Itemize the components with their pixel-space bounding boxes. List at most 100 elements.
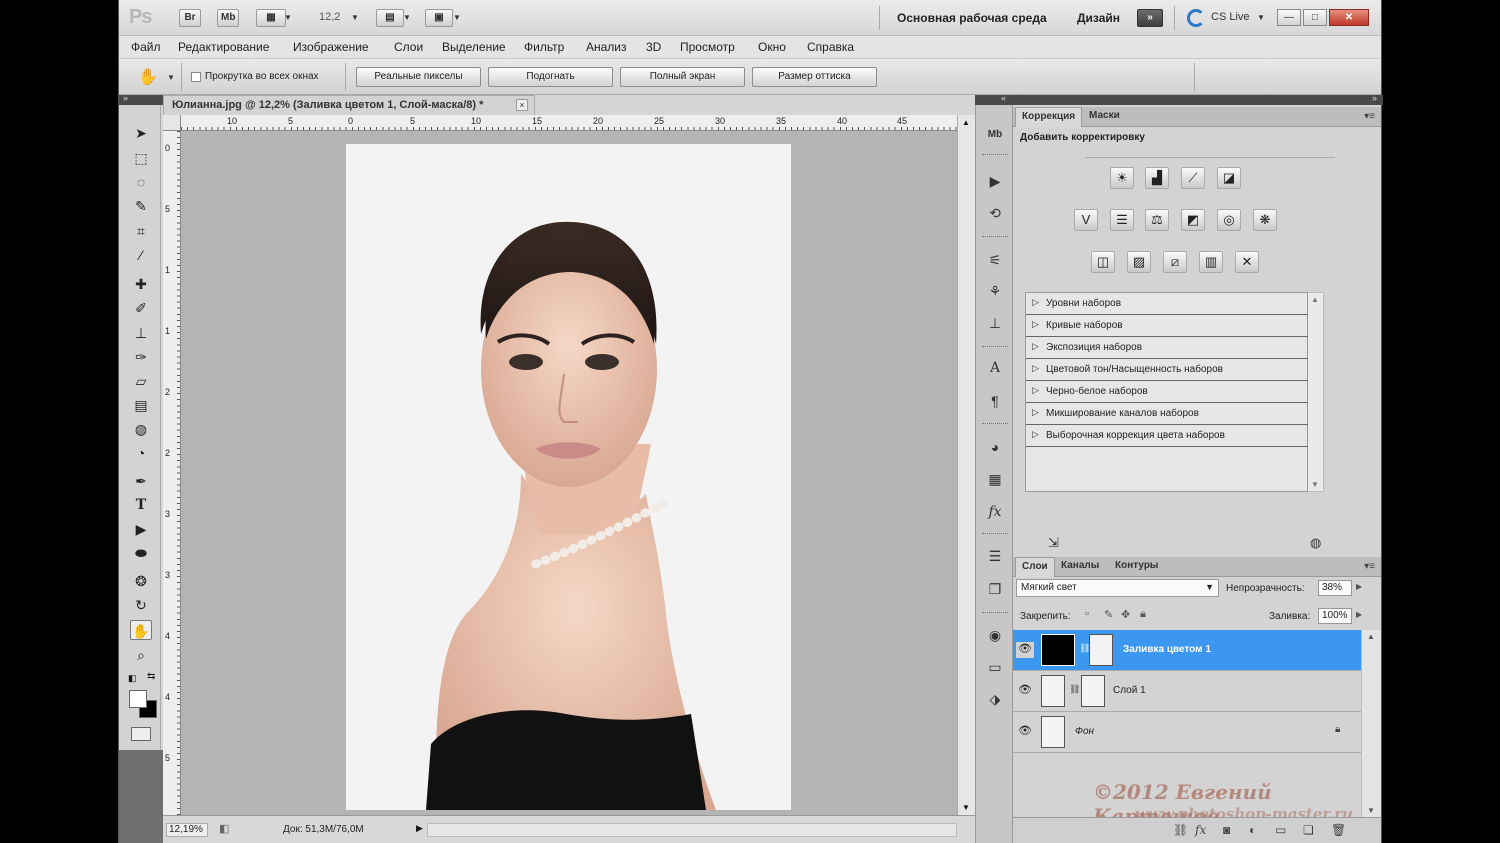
close-document-icon[interactable]: × <box>516 99 528 111</box>
dock-grip[interactable] <box>982 154 1008 157</box>
channel-mixer-icon[interactable]: ❋ <box>1253 209 1277 231</box>
hand-tool-icon[interactable]: ✋ <box>130 620 152 640</box>
expand-triangle-icon[interactable]: ▷ <box>1032 297 1039 308</box>
tab-masks[interactable]: Маски <box>1083 107 1126 127</box>
path-selection-tool-icon[interactable]: ▶ <box>130 519 152 539</box>
visibility-eye-icon[interactable]: 👁︎ <box>1016 683 1034 699</box>
gradient-tool-icon[interactable]: ▤ <box>130 395 152 415</box>
layer-name[interactable]: Слой 1 <box>1113 685 1146 696</box>
quick-selection-tool-icon[interactable]: ✎ <box>130 196 152 216</box>
tab-layers[interactable]: Слои <box>1015 557 1055 577</box>
vertical-ruler[interactable]: 0 5 1 1 2 2 3 3 4 4 5 <box>163 131 181 815</box>
layer-mask-thumbnail[interactable] <box>1089 634 1113 666</box>
add-mask-icon[interactable]: ◙ <box>1223 823 1230 837</box>
lock-position-icon[interactable]: ✥ <box>1121 608 1130 621</box>
scroll-up-icon[interactable]: ▲ <box>1311 295 1319 304</box>
clone-source-panel-icon[interactable]: ⊥ <box>984 313 1006 333</box>
layer-style-icon[interactable]: fx <box>1195 823 1206 837</box>
expand-triangle-icon[interactable]: ▷ <box>1032 407 1039 418</box>
info-panel-icon[interactable]: ☰ <box>984 546 1006 566</box>
actual-pixels-button[interactable]: Реальные пикселы <box>356 67 481 87</box>
status-zoom-field[interactable]: 12,19% <box>166 823 208 837</box>
threshold-icon[interactable]: ⧄ <box>1163 251 1187 273</box>
layer-row[interactable]: 👁︎ ⛓ Слой 1 <box>1013 671 1361 712</box>
panel-menu-icon[interactable]: ▾≡ <box>1364 561 1375 572</box>
measurement-panel-icon[interactable]: ⬗ <box>984 689 1006 709</box>
color-panel-icon[interactable]: ◕ <box>984 437 1006 457</box>
bridge-button[interactable]: Br <box>179 9 201 27</box>
marquee-tool-icon[interactable]: ⬚ <box>130 148 152 168</box>
menu-view[interactable]: Просмотр <box>680 40 735 54</box>
delete-layer-icon[interactable]: 🗑︎ <box>1331 823 1346 837</box>
levels-icon[interactable]: ▟ <box>1145 167 1169 189</box>
layer-thumbnail[interactable] <box>1041 634 1075 666</box>
brush-panel-icon[interactable]: ⚘ <box>984 281 1006 301</box>
new-group-icon[interactable]: ▭ <box>1275 823 1286 837</box>
lasso-tool-icon[interactable]: ◌ <box>130 172 152 192</box>
gradient-map-icon[interactable]: ▥ <box>1199 251 1223 273</box>
fill-field[interactable]: 100% <box>1318 608 1352 624</box>
layer-mask-thumbnail[interactable] <box>1081 675 1105 707</box>
exposure-icon[interactable]: ◪ <box>1217 167 1241 189</box>
3d-orbit-tool-icon[interactable]: ↻ <box>130 595 152 615</box>
mini-bridge-panel-icon[interactable]: Mb <box>984 125 1006 145</box>
quick-mask-button[interactable] <box>131 727 151 741</box>
new-layer-icon[interactable]: ❏ <box>1303 823 1314 837</box>
character-panel-icon[interactable]: A <box>984 358 1006 378</box>
dock-grip[interactable] <box>982 423 1008 426</box>
foreground-color-swatch[interactable] <box>129 690 147 708</box>
print-size-button[interactable]: Размер оттиска <box>752 67 877 87</box>
curves-icon[interactable]: ⟋ <box>1181 167 1205 189</box>
maximize-button[interactable]: □ <box>1303 9 1327 26</box>
cs-live-dropdown-icon[interactable]: ▼ <box>1257 13 1265 22</box>
status-info-icon[interactable]: ◧ <box>219 822 229 835</box>
crop-tool-icon[interactable]: ⌗ <box>130 221 152 241</box>
scroll-up-icon[interactable]: ▲ <box>1367 632 1375 641</box>
type-tool-icon[interactable]: T <box>130 495 152 515</box>
menu-help[interactable]: Справка <box>807 40 854 54</box>
tab-channels[interactable]: Каналы <box>1055 557 1105 577</box>
healing-brush-tool-icon[interactable]: ✚ <box>130 274 152 294</box>
screen-mode-button[interactable]: ▣ <box>425 9 453 27</box>
horizontal-ruler[interactable]: 10 5 0 5 10 15 20 25 30 35 40 45 <box>181 115 957 131</box>
expand-panels-icon[interactable]: » <box>1372 93 1377 103</box>
actions-panel-icon[interactable]: ▶ <box>984 171 1006 191</box>
expand-triangle-icon[interactable]: ▷ <box>1032 341 1039 352</box>
visibility-eye-icon[interactable]: 👁︎ <box>1016 724 1034 740</box>
menu-analysis[interactable]: Анализ <box>586 40 627 54</box>
expand-triangle-icon[interactable]: ▷ <box>1032 429 1039 440</box>
menu-image[interactable]: Изображение <box>293 40 369 54</box>
dock-grip[interactable] <box>982 236 1008 239</box>
tab-correction[interactable]: Коррекция <box>1015 107 1083 127</box>
opacity-slider-arrow-icon[interactable]: ▶ <box>1356 582 1362 591</box>
tool-preset-dropdown-icon[interactable]: ▼ <box>167 73 175 82</box>
invert-icon[interactable]: ◫ <box>1091 251 1115 273</box>
view-extras-button[interactable]: ▦ <box>256 9 286 27</box>
color-balance-icon[interactable]: ⚖ <box>1145 209 1169 231</box>
panel-menu-icon[interactable]: ▾≡ <box>1364 111 1375 122</box>
expand-triangle-icon[interactable]: ▷ <box>1032 385 1039 396</box>
fill-slider-arrow-icon[interactable]: ▶ <box>1356 610 1362 619</box>
3d-rotate-tool-icon[interactable]: ❂ <box>130 571 152 591</box>
collapse-dock-icon[interactable]: « <box>1001 93 1006 103</box>
screen-mode-dropdown-icon[interactable]: ▼ <box>453 13 461 22</box>
minimize-button[interactable]: — <box>1277 9 1301 26</box>
layer-row[interactable]: 👁︎ ⛓ Заливка цветом 1 <box>1013 630 1361 671</box>
list-item[interactable]: ▷ Экспозиция наборов <box>1026 337 1308 359</box>
dock-grip[interactable] <box>982 612 1008 615</box>
presets-scrollbar[interactable]: ▲ ▼ <box>1308 292 1324 492</box>
expand-triangle-icon[interactable]: ▷ <box>1032 319 1039 330</box>
history-brush-tool-icon[interactable]: ✑ <box>130 347 152 367</box>
return-to-list-icon[interactable]: ⇲ <box>1048 535 1059 551</box>
layer-name[interactable]: Заливка цветом 1 <box>1123 644 1211 655</box>
zoom-dropdown-icon[interactable]: ▼ <box>351 13 359 22</box>
more-workspaces-icon[interactable]: » <box>1137 9 1163 27</box>
status-menu-arrow-icon[interactable]: ▶ <box>416 823 423 834</box>
brush-presets-panel-icon[interactable]: ⚟ <box>984 250 1006 270</box>
list-item[interactable]: ▷ Уровни наборов <box>1026 293 1308 315</box>
clip-to-layer-icon[interactable]: ◍ <box>1310 535 1321 551</box>
arrange-documents-button[interactable]: ▤ <box>376 9 404 27</box>
zoom-tool-icon[interactable]: ⌕ <box>130 645 152 665</box>
history-panel-icon[interactable]: ⟲ <box>984 203 1006 223</box>
horizontal-scrollbar[interactable] <box>427 823 957 837</box>
